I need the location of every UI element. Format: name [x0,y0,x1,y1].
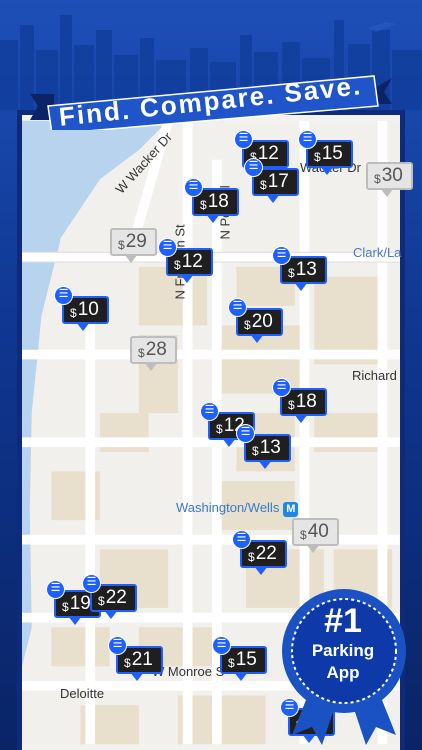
price-amount: 29 [125,231,147,252]
price-currency: $ [118,238,125,252]
cart-icon: ☰ [108,636,127,655]
price-currency: $ [314,150,321,164]
price-amount: 17 [267,171,289,192]
cart-icon: ☰ [54,286,73,305]
price-amount: 21 [131,649,153,670]
price-amount: 15 [235,649,257,670]
price-currency: $ [252,444,259,458]
cart-icon: ☰ [158,238,177,257]
street-label-monroe: W Monroe S [152,664,225,679]
cart-icon: ☰ [236,424,255,443]
price-amount: 40 [307,521,329,542]
price-currency: $ [174,258,181,272]
price-amount: 18 [207,191,229,212]
price-currency: $ [124,656,131,670]
price-currency: $ [288,266,295,280]
metro-icon: M [283,502,299,517]
price-currency: $ [374,172,381,186]
price-amount: 15 [321,143,343,164]
cart-icon: ☰ [184,178,203,197]
price-currency: $ [62,600,69,614]
price-amount: 10 [77,299,99,320]
price-pin[interactable]: $30 [366,162,413,197]
price-amount: 28 [145,339,167,360]
cart-icon: ☰ [200,402,219,421]
price-currency: $ [244,318,251,332]
badge-rank: #1 [324,602,362,640]
price-currency: $ [288,398,295,412]
cart-icon: ☰ [232,530,251,549]
badge-line1: Parking [311,641,375,660]
badge-line2: App [326,663,360,682]
cart-icon: ☰ [244,158,263,177]
price-currency: $ [98,594,105,608]
station-name: Washington/Wells [176,500,280,515]
price-currency: $ [138,346,145,360]
cart-icon: ☰ [272,246,291,265]
price-amount: 30 [381,165,403,186]
price-amount: 22 [255,543,277,564]
cart-icon: ☰ [46,580,65,599]
street-label-richard: Richard [352,368,397,383]
cart-icon: ☰ [234,130,253,149]
price-currency: $ [260,178,267,192]
price-currency: $ [70,306,77,320]
price-amount: 19 [69,593,91,614]
price-pin[interactable]: $40 [292,518,339,553]
cart-icon: ☰ [82,574,101,593]
price-amount: 13 [259,437,281,458]
station-label-washington: Washington/Wells M [176,500,299,517]
price-amount: 12 [181,251,203,272]
price-currency: $ [300,528,307,542]
price-currency: $ [200,198,207,212]
price-currency: $ [248,550,255,564]
price-amount: 18 [295,391,317,412]
cart-icon: ☰ [272,378,291,397]
cart-icon: ☰ [298,130,317,149]
price-amount: 13 [295,259,317,280]
street-label-clark: Clark/La [353,245,402,260]
price-currency: $ [228,656,235,670]
place-label-deloitte: Deloitte [60,686,105,701]
price-pin[interactable]: $28 [130,336,177,371]
price-amount: 22 [105,587,127,608]
price-pin[interactable]: $29 [110,228,157,263]
price-amount: 20 [251,311,273,332]
cart-icon: ☰ [228,298,247,317]
price-currency: $ [216,422,223,436]
cart-icon: ☰ [212,636,231,655]
badge-text: #1 Parking App [280,602,406,684]
